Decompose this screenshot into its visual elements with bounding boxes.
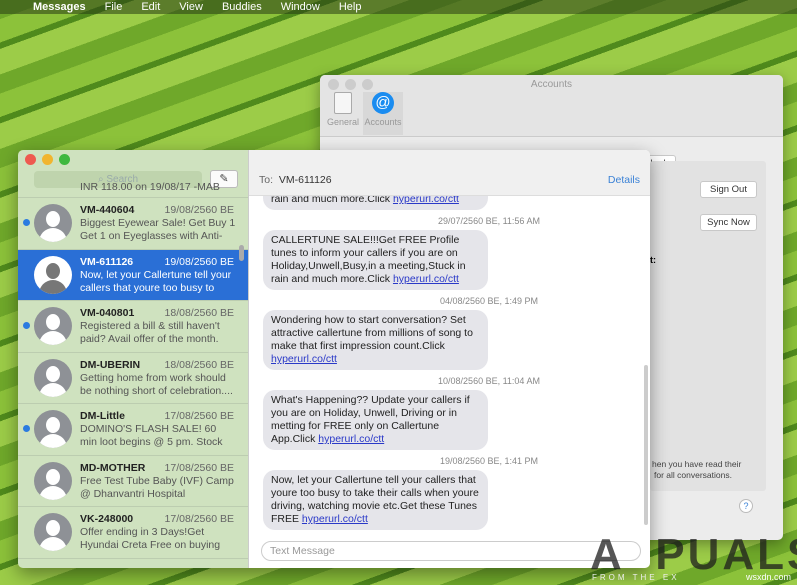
conversation-date: 19/08/2560 BE (164, 255, 234, 268)
conversation-name: VM-440604 (80, 204, 135, 216)
recipient: VM-611126 (278, 174, 332, 186)
unread-indicator (23, 322, 30, 329)
sidebar: ⌕ Search ✎ INR 118.00 on 19/08/17 -MAB S… (18, 150, 248, 568)
account-settings-panel (650, 161, 766, 491)
message-link[interactable]: hyperurl.co/ctt (393, 273, 459, 285)
conversation-item[interactable]: VM-040801 18/08/2560 BE Registered a bill … (18, 301, 248, 353)
conversation-preview: Biggest Eyewear Sale! Get Buy 1 Get 1 on… (80, 217, 236, 242)
menu-file[interactable]: File (105, 1, 123, 13)
conversation-list: INR 118.00 on 19/08/17 -MAB SB... VM-4406… (18, 180, 248, 559)
read-receipts-text: hen you have read their (652, 459, 742, 469)
message-timestamp: 29/07/2560 BE, 11:56 AM (438, 216, 540, 226)
sign-out-button[interactable]: Sign Out (700, 181, 757, 198)
conversation-name: DM-Little (80, 410, 125, 422)
window-title: Accounts (530, 79, 573, 90)
conversation-preview: Offer ending in 3 Days!Get Hyundai Creta… (80, 526, 221, 551)
conversation-date: 18/08/2560 BE (164, 358, 234, 371)
conversation-preview: Now, let your Callertune tell your calle… (80, 268, 232, 294)
message-thread: rain and much more.Click hyperurl.co/ctt… (249, 196, 639, 536)
avatar-icon (34, 307, 72, 345)
conversation-preview: Free Test Tube Baby (IVF) Camp @ Dhanvan… (80, 474, 234, 500)
avatar-icon (34, 513, 72, 551)
help-button[interactable]: ? (739, 499, 753, 513)
conversation-item[interactable]: VM-440604 19/08/2560 BE Biggest Eyewear Sa… (18, 198, 248, 250)
tab-accounts[interactable]: @ Accounts (363, 92, 403, 135)
zoom-button[interactable] (59, 154, 70, 165)
sync-now-button[interactable]: Sync Now (700, 214, 757, 231)
avatar-icon (34, 410, 72, 448)
recipient-field[interactable]: To: VM-611126 (259, 174, 332, 186)
conversation-item[interactable]: INR 118.00 on 19/08/17 -MAB SB... (18, 180, 248, 198)
minimize-button[interactable] (42, 154, 53, 165)
site-watermark: wsxdn.com (745, 572, 791, 582)
conversation-preview: Getting home from work should be nothing… (80, 371, 233, 397)
accounts-toolbar: Accounts General @ Accounts (320, 75, 783, 137)
conversation-item[interactable]: VM-611126 19/08/2560 BE Now, let your Call… (18, 249, 248, 301)
conversation-name: DM-UBERIN (80, 358, 141, 371)
menu-buddies[interactable]: Buddies (222, 1, 262, 13)
avatar-icon (34, 255, 72, 294)
message-link[interactable]: hyperurl.co/ctt (271, 353, 337, 365)
conversation-name: VM-040801 (80, 307, 135, 319)
conversation-preview: INR 118.00 on 19/08/17 -MAB SB... (80, 181, 220, 195)
message-timestamp: 10/08/2560 BE, 11:04 AM (438, 376, 540, 386)
tab-label: Accounts (364, 117, 402, 127)
general-icon (334, 92, 352, 114)
conversation-pane: To: VM-611126 Details rain and much more… (248, 150, 650, 568)
avatar-icon (34, 461, 72, 500)
partial-label: t: (650, 255, 656, 265)
message-bubble: Wondering how to start conversation? Set… (263, 310, 488, 370)
conversation-date: 17/08/2560 BE (164, 410, 234, 422)
message-timestamp: 19/08/2560 BE, 1:41 PM (439, 456, 539, 466)
conversation-preview: Registered a bill & still haven't paid? … (80, 320, 220, 345)
message-text: Wondering how to start conversation? Set… (271, 314, 473, 352)
menu-view[interactable]: View (179, 1, 203, 13)
conversation-date: 17/08/2560 BE (164, 461, 234, 474)
conversation-date: 18/08/2560 BE (164, 307, 234, 319)
menu-edit[interactable]: Edit (141, 1, 160, 13)
conversation-item[interactable]: VK-248000 17/08/2560 BE Offer ending in 3 … (18, 507, 248, 559)
conversation-name: MD-MOTHER (80, 461, 146, 474)
conversation-header: To: VM-611126 Details (249, 150, 650, 196)
message-bubble: Now, let your Callertune tell your calle… (263, 470, 488, 530)
thread-scrollbar[interactable] (644, 365, 648, 525)
message-link[interactable]: hyperurl.co/ctt (302, 513, 368, 525)
menu-messages[interactable]: Messages (33, 1, 86, 13)
message-link[interactable]: hyperurl.co/ctt (318, 433, 384, 445)
menu-help[interactable]: Help (339, 1, 362, 13)
message-bubble: CALLERTUNE SALE!!!Get FREE Profile tunes… (263, 230, 488, 290)
menu-bar: Messages File Edit View Buddies Window H… (0, 0, 797, 14)
details-button[interactable]: Details (608, 174, 640, 186)
conversation-name: VK-248000 (80, 513, 134, 525)
unread-indicator (23, 425, 30, 432)
message-input[interactable]: Text Message (261, 541, 641, 561)
message-bubble: rain and much more.Click hyperurl.co/ctt (263, 196, 488, 210)
message-bubble: What's Happening?? Update your callers i… (263, 390, 488, 450)
menu-window[interactable]: Window (281, 1, 320, 13)
message-text: rain and much more.Click (271, 196, 393, 205)
watermark-tagline: FROM THE EX (592, 573, 680, 582)
to-label: To: (259, 174, 274, 186)
conversation-item[interactable]: MD-MOTHER 17/08/2560 BE Free Test Tube Bab… (18, 456, 248, 507)
tab-label: General (326, 117, 360, 127)
messages-window: ⌕ Search ✎ INR 118.00 on 19/08/17 -MAB S… (18, 150, 650, 568)
avatar-icon (34, 358, 72, 397)
conversation-preview: DOMINO'S FLASH SALE! 60 min loot begins … (80, 423, 223, 448)
tab-general[interactable]: General (323, 92, 363, 127)
conversation-name: VM-611126 (80, 255, 134, 268)
message-timestamp: 04/08/2560 BE, 1:49 PM (439, 296, 539, 306)
unread-indicator (23, 219, 30, 226)
sidebar-scrollbar[interactable] (239, 245, 244, 261)
read-receipts-text-2: for all conversations. (654, 470, 732, 480)
avatar-icon (34, 204, 72, 242)
conversation-item[interactable]: DM-UBERIN 18/08/2560 BE Getting home from … (18, 353, 248, 404)
message-link[interactable]: hyperurl.co/ctt (393, 196, 459, 205)
conversation-item[interactable]: DM-Little 17/08/2560 BE DOMINO'S FLASH SAL… (18, 404, 248, 456)
at-sign-icon: @ (372, 92, 394, 114)
close-button[interactable] (25, 154, 36, 165)
conversation-date: 19/08/2560 BE (164, 204, 234, 216)
conversation-date: 17/08/2560 BE (164, 513, 234, 525)
